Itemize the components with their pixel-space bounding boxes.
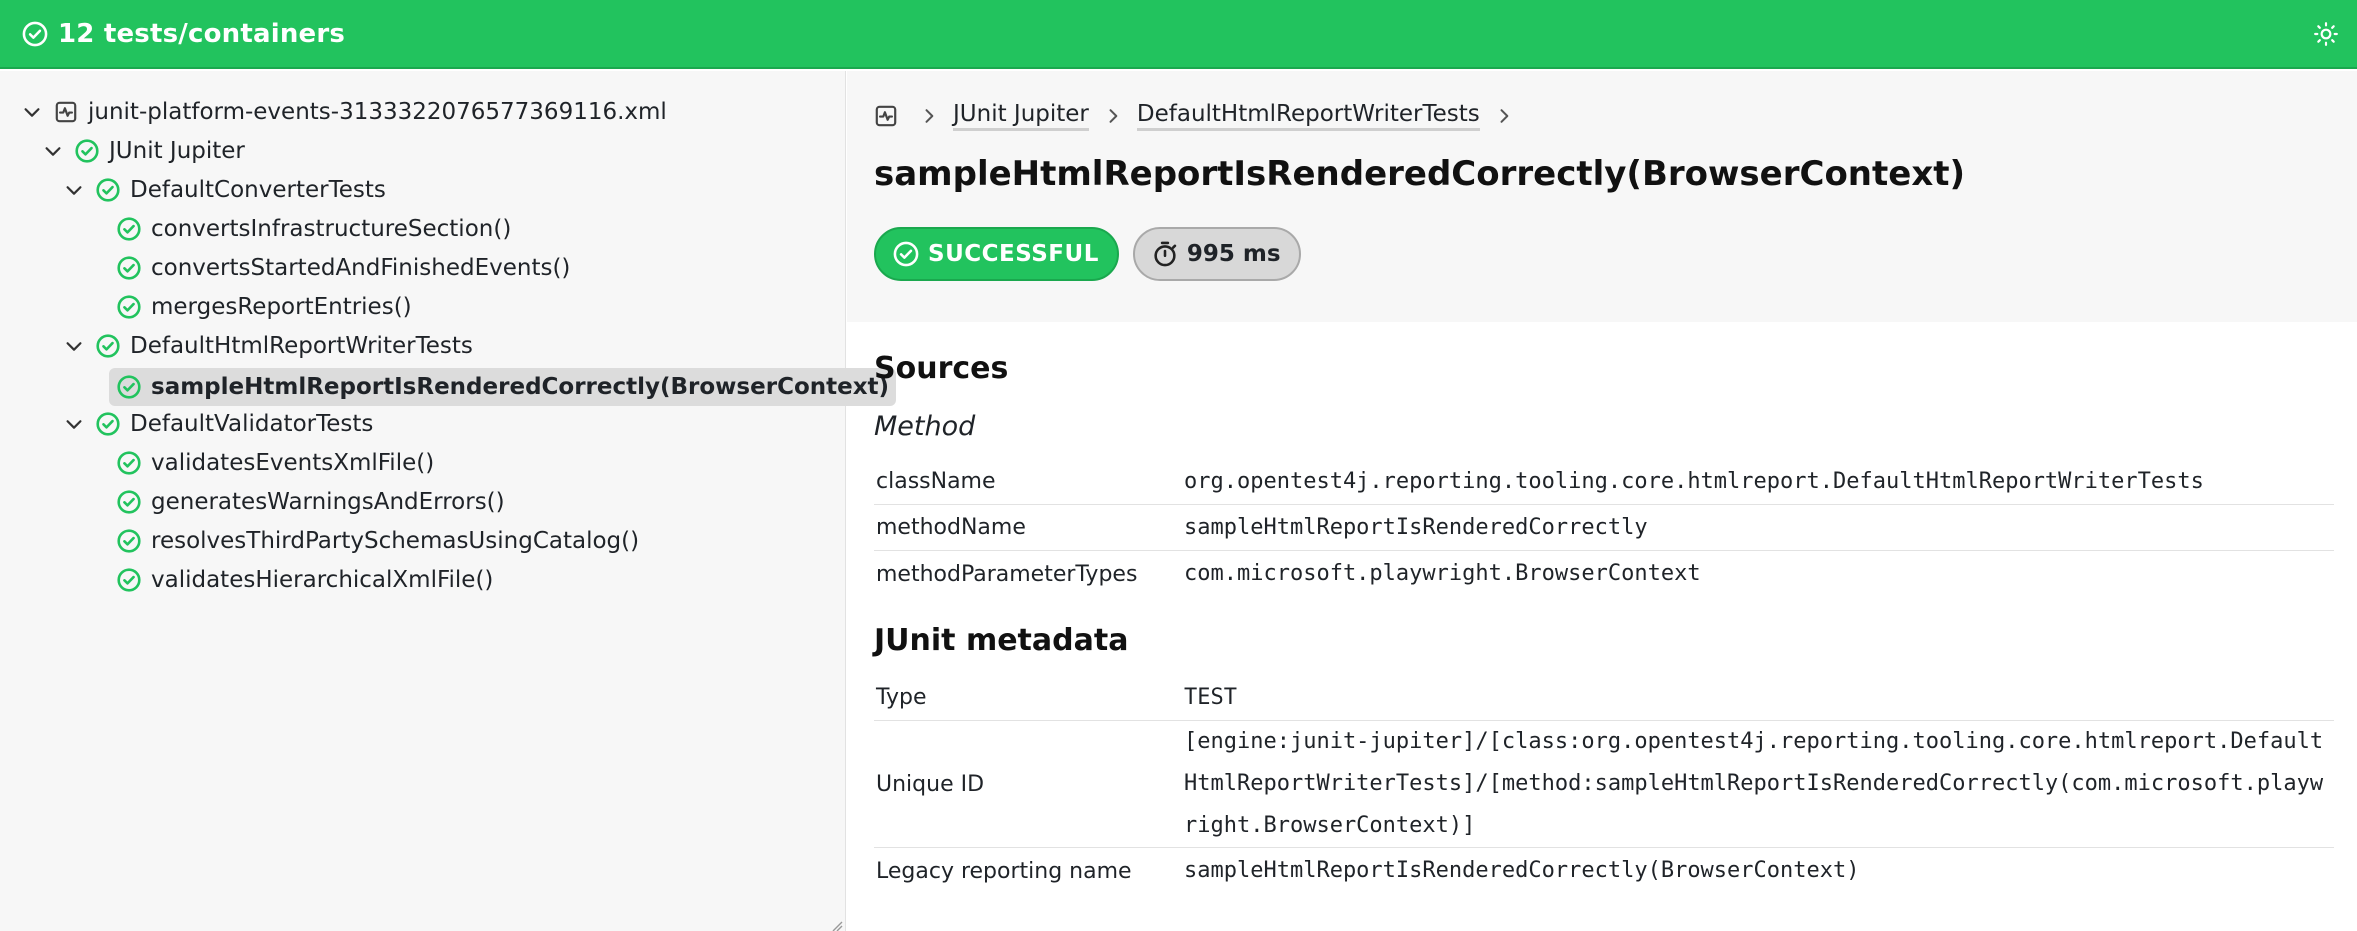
tree-node-engine[interactable]: JUnit Jupiter	[42, 134, 245, 168]
tree-node-class[interactable]: DefaultValidatorTests	[63, 407, 373, 441]
row-key: methodName	[876, 515, 1026, 540]
duration-badge: 995 ms	[1132, 227, 1301, 281]
table-row: Type TEST	[874, 675, 2334, 721]
success-check-icon	[116, 489, 142, 515]
check-circle-icon	[892, 240, 920, 268]
tree-node-method-selected[interactable]: sampleHtmlReportIsRenderedCorrectly(Brow…	[109, 368, 897, 406]
chevron-down-icon[interactable]	[21, 101, 43, 123]
row-value: com.microsoft.playwright.BrowserContext	[1184, 561, 1701, 586]
tree-node-method[interactable]: resolvesThirdPartySchemasUsingCatalog()	[116, 524, 639, 558]
tree-node-label: sampleHtmlReportIsRenderedCorrectly(Brow…	[151, 374, 890, 400]
success-check-icon	[116, 450, 142, 476]
breadcrumb-link-class[interactable]: DefaultHtmlReportWriterTests	[1136, 101, 1480, 131]
tree-node-root[interactable]: junit-platform-events-313332207657736911…	[21, 95, 667, 129]
metadata-table: Type TEST Unique ID [engine:junit-jupite…	[874, 675, 2334, 894]
row-value: org.opentest4j.reporting.tooling.core.ht…	[1184, 468, 2204, 494]
tree-node-label: resolvesThirdPartySchemasUsingCatalog()	[151, 528, 640, 554]
junit-metadata-heading: JUnit metadata	[874, 623, 1129, 658]
tree-node-label: DefaultHtmlReportWriterTests	[130, 333, 473, 359]
tree-node-method[interactable]: convertsStartedAndFinishedEvents()	[116, 251, 570, 285]
status-label: SUCCESSFUL	[928, 241, 1099, 267]
tree-node-label: JUnit Jupiter	[109, 138, 245, 164]
duration-label: 995 ms	[1186, 241, 1281, 267]
row-value: [engine:junit-jupiter]/[class:org.opente…	[1184, 729, 2324, 838]
chevron-down-icon[interactable]	[63, 413, 85, 435]
success-check-icon	[116, 294, 142, 320]
resize-handle-icon[interactable]	[831, 917, 843, 931]
success-check-icon	[95, 333, 121, 359]
activity-file-icon	[53, 99, 79, 125]
tree-node-label: mergesReportEntries()	[151, 294, 412, 320]
tree-node-method[interactable]: validatesEventsXmlFile()	[116, 446, 434, 480]
row-value: sampleHtmlReportIsRenderedCorrectly	[1184, 514, 1648, 540]
success-check-icon	[74, 138, 100, 164]
chevron-down-icon[interactable]	[63, 179, 85, 201]
method-subheading: Method	[874, 411, 976, 442]
tree-node-class[interactable]: DefaultHtmlReportWriterTests	[63, 329, 473, 363]
tree-node-label: validatesEventsXmlFile()	[151, 450, 435, 476]
tree-node-label: DefaultValidatorTests	[130, 411, 374, 437]
row-key: Unique ID	[876, 771, 985, 797]
table-row: Unique ID [engine:junit-jupiter]/[class:…	[874, 721, 2334, 848]
check-circle-icon	[21, 20, 49, 48]
row-key: Legacy reporting name	[876, 858, 1132, 884]
table-row: methodParameterTypes com.microsoft.playw…	[874, 551, 2334, 597]
table-row: Legacy reporting name sampleHtmlReportIs…	[874, 848, 2334, 894]
row-value: TEST	[1184, 684, 1237, 710]
success-check-icon	[116, 374, 142, 400]
chevron-right-icon	[919, 106, 939, 126]
breadcrumb-link-engine[interactable]: JUnit Jupiter	[953, 101, 1089, 131]
table-row: methodName sampleHtmlReportIsRenderedCor…	[874, 505, 2334, 551]
activity-file-icon[interactable]	[873, 103, 899, 129]
success-check-icon	[95, 411, 121, 437]
chevron-right-icon	[1103, 106, 1123, 126]
row-key: Type	[876, 685, 927, 710]
tree-node-method[interactable]: mergesReportEntries()	[116, 290, 412, 324]
tree-node-label: generatesWarningsAndErrors()	[151, 489, 505, 515]
page-title: sampleHtmlReportIsRenderedCorrectly(Brow…	[874, 154, 1966, 194]
tree-node-label: validatesHierarchicalXmlFile()	[151, 567, 494, 593]
tree-node-label: convertsStartedAndFinishedEvents()	[151, 255, 571, 281]
tree-node-method[interactable]: convertsInfrastructureSection()	[116, 212, 511, 246]
stopwatch-icon	[1151, 240, 1179, 268]
table-row: className org.opentest4j.reporting.tooli…	[874, 459, 2334, 505]
success-check-icon	[116, 216, 142, 242]
tree-node-label: junit-platform-events-313332207657736911…	[88, 99, 667, 125]
breadcrumb: JUnit Jupiter DefaultHtmlReportWriterTes…	[873, 99, 1528, 133]
sources-heading: Sources	[874, 351, 1009, 386]
chevron-down-icon[interactable]	[42, 140, 64, 162]
chevron-right-icon	[1494, 106, 1514, 126]
status-badges: SUCCESSFUL 995 ms	[874, 227, 1301, 281]
row-key: className	[876, 469, 996, 494]
theme-toggle-button[interactable]	[2309, 17, 2343, 51]
tree-node-method[interactable]: generatesWarningsAndErrors()	[116, 485, 505, 519]
test-tree-sidebar: junit-platform-events-313332207657736911…	[0, 71, 897, 931]
success-check-icon	[116, 567, 142, 593]
test-detail-panel: JUnit Jupiter DefaultHtmlReportWriterTes…	[847, 71, 2357, 931]
tree-node-label: DefaultConverterTests	[130, 177, 386, 203]
success-check-icon	[116, 255, 142, 281]
row-key: methodParameterTypes	[876, 561, 1138, 587]
top-bar: 12 tests/containers	[0, 0, 2357, 69]
tree-node-class[interactable]: DefaultConverterTests	[63, 173, 386, 207]
sources-table: className org.opentest4j.reporting.tooli…	[874, 459, 2334, 597]
tree-node-method[interactable]: validatesHierarchicalXmlFile()	[116, 563, 493, 597]
tests-count-title: 12 tests/containers	[58, 18, 346, 49]
success-check-icon	[116, 528, 142, 554]
status-badge: SUCCESSFUL	[874, 227, 1119, 281]
tree-node-label: convertsInfrastructureSection()	[151, 216, 512, 242]
success-check-icon	[95, 177, 121, 203]
sun-icon	[2313, 21, 2339, 47]
detail-header: JUnit Jupiter DefaultHtmlReportWriterTes…	[847, 71, 2357, 322]
row-value: sampleHtmlReportIsRenderedCorrectly(Brow…	[1184, 858, 1860, 883]
chevron-down-icon[interactable]	[63, 335, 85, 357]
